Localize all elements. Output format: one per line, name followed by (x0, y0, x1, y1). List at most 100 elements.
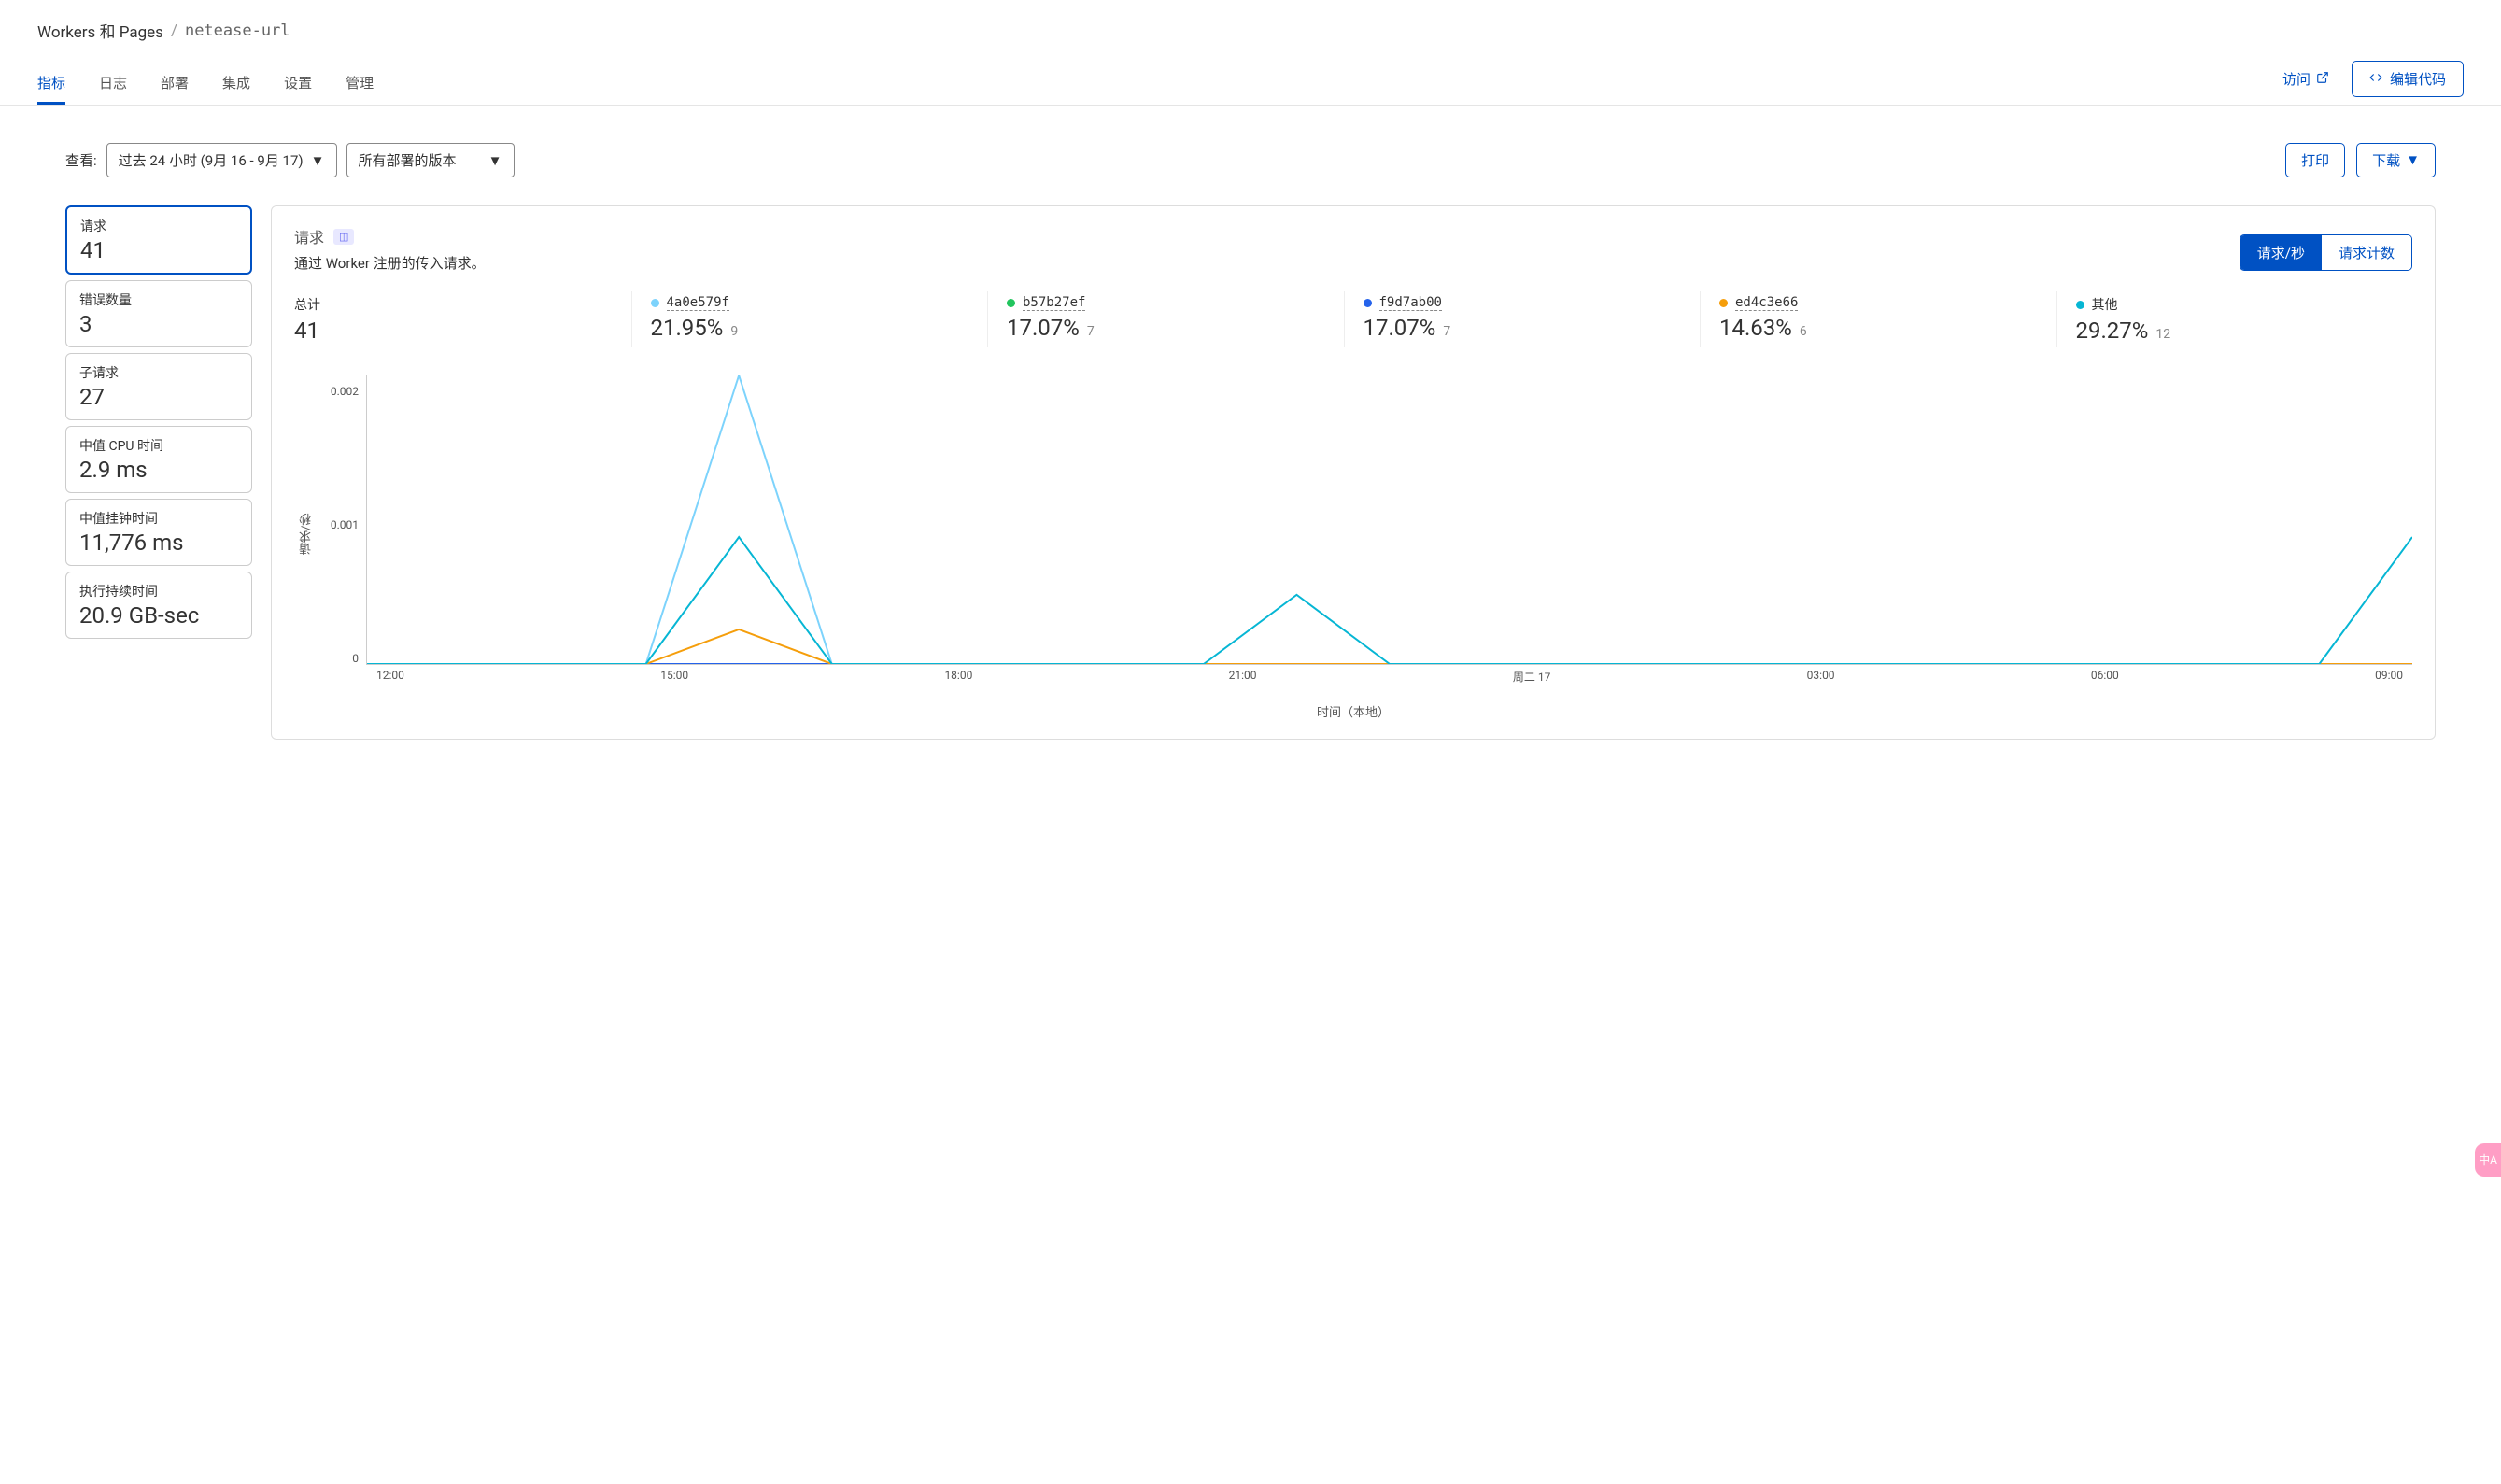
tab-metrics[interactable]: 指标 (37, 64, 65, 105)
chart-type-icon: ◫ (333, 229, 354, 245)
series-dot-icon (1719, 299, 1728, 307)
series-count: 12 (2155, 327, 2170, 342)
metric-label: 中值挂钟时间 (79, 509, 238, 528)
x-tick: 03:00 (1807, 669, 1835, 685)
series-name: 其他 (2092, 295, 2118, 314)
plot-area[interactable]: 12:00 15:00 18:00 21:00 周二 17 03:00 06:0… (366, 375, 2412, 665)
toggle-per-second[interactable]: 请求/秒 (2240, 235, 2322, 270)
stats-row: 总计 41 4a0e579f 21.95% 9 b (294, 291, 2412, 347)
series-pct: 14.63% (1719, 315, 1792, 341)
metric-value: 3 (79, 311, 238, 337)
external-link-icon (2316, 71, 2329, 88)
metric-card-duration[interactable]: 执行持续时间 20.9 GB-sec (65, 572, 252, 639)
print-button[interactable]: 打印 (2285, 143, 2345, 177)
series-pct: 21.95% (651, 315, 724, 341)
visit-link[interactable]: 访问 (2282, 69, 2329, 89)
chevron-down-icon: ▼ (488, 152, 502, 169)
x-axis-label: 时间（本地） (294, 702, 2412, 720)
stat-series-2: f9d7ab00 17.07% 7 (1345, 291, 1702, 347)
edit-code-button[interactable]: 编辑代码 (2352, 61, 2464, 97)
toggle-count[interactable]: 请求计数 (2322, 235, 2411, 270)
metric-value: 20.9 GB-sec (79, 602, 238, 629)
x-tick: 15:00 (660, 669, 688, 685)
metric-label: 中值 CPU 时间 (79, 436, 238, 455)
version-dropdown[interactable]: 所有部署的版本 ▼ (346, 143, 515, 177)
metric-card-cpu-time[interactable]: 中值 CPU 时间 2.9 ms (65, 426, 252, 493)
metric-value: 11,776 ms (79, 530, 238, 556)
series-count: 7 (1443, 324, 1450, 339)
breadcrumb-parent[interactable]: Workers 和 Pages (37, 19, 163, 42)
x-tick: 21:00 (1229, 669, 1257, 685)
stat-series-other: 其他 29.27% 12 (2057, 291, 2413, 347)
download-button[interactable]: 下载 ▼ (2356, 143, 2436, 177)
breadcrumb-separator: / (171, 21, 177, 40)
x-tick: 09:00 (2375, 669, 2403, 685)
series-pct: 17.07% (1007, 315, 1080, 341)
series-count: 6 (1800, 324, 1807, 339)
stat-series-1: b57b27ef 17.07% 7 (988, 291, 1345, 347)
metric-label: 错误数量 (79, 290, 238, 309)
version-value: 所有部署的版本 (359, 150, 457, 170)
series-dot-icon (1007, 299, 1015, 307)
series-dot-icon (2076, 301, 2084, 309)
tab-manage[interactable]: 管理 (346, 64, 374, 105)
time-range-dropdown[interactable]: 过去 24 小时 (9月 16 - 9月 17) ▼ (106, 143, 337, 177)
chart-svg (367, 375, 2412, 664)
metric-card-subrequests[interactable]: 子请求 27 (65, 353, 252, 420)
x-tick: 18:00 (944, 669, 972, 685)
series-name[interactable]: ed4c3e66 (1735, 295, 1798, 311)
series-count: 9 (730, 324, 738, 339)
language-icon: 中A (2479, 1152, 2497, 1167)
print-label: 打印 (2301, 150, 2329, 170)
series-name[interactable]: f9d7ab00 (1379, 295, 1442, 311)
metric-card-wall-time[interactable]: 中值挂钟时间 11,776 ms (65, 499, 252, 566)
series-dot-icon (1364, 299, 1372, 307)
series-pct: 17.07% (1364, 315, 1436, 341)
y-tick: 0 (323, 652, 359, 665)
chevron-down-icon: ▼ (2406, 152, 2420, 168)
visit-label: 访问 (2282, 69, 2310, 89)
chart-area: 请求/秒 0.002 0.001 0 12:00 15:00 18:00 21:… (294, 375, 2412, 693)
tab-deploy[interactable]: 部署 (161, 64, 189, 105)
chart-title: 请求 (294, 225, 324, 247)
chart-description: 通过 Worker 注册的传入请求。 (294, 253, 486, 273)
language-fab[interactable]: 中A (2475, 1143, 2501, 1177)
metric-label: 子请求 (79, 363, 238, 382)
y-axis-label: 请求/秒 (294, 375, 319, 693)
metric-value: 27 (79, 384, 238, 410)
series-pct: 29.27% (2076, 318, 2149, 344)
x-tick: 06:00 (2091, 669, 2119, 685)
stat-total: 总计 41 (294, 291, 632, 347)
sidebar-metrics: 请求 41 错误数量 3 子请求 27 中值 CPU 时间 2.9 ms 中值挂… (65, 205, 252, 740)
metric-value: 41 (80, 237, 237, 263)
chart-toggle: 请求/秒 请求计数 (2240, 234, 2412, 271)
series-count: 7 (1087, 324, 1095, 339)
stat-value: 41 (294, 318, 613, 344)
series-name[interactable]: 4a0e579f (667, 295, 729, 311)
tab-settings[interactable]: 设置 (284, 64, 312, 105)
x-tick: 12:00 (376, 669, 404, 685)
metric-card-errors[interactable]: 错误数量 3 (65, 280, 252, 347)
time-range-value: 过去 24 小时 (9月 16 - 9月 17) (119, 150, 304, 170)
y-tick: 0.001 (323, 518, 359, 531)
x-ticks: 12:00 15:00 18:00 21:00 周二 17 03:00 06:0… (367, 669, 2412, 685)
stat-series-0: 4a0e579f 21.95% 9 (632, 291, 989, 347)
download-label: 下载 (2372, 150, 2400, 170)
metric-label: 请求 (80, 217, 237, 235)
metric-value: 2.9 ms (79, 457, 238, 483)
code-icon (2369, 71, 2382, 88)
tab-logs[interactable]: 日志 (99, 64, 127, 105)
filter-label: 查看: (65, 150, 97, 170)
y-ticks: 0.002 0.001 0 (319, 375, 366, 693)
stat-series-3: ed4c3e66 14.63% 6 (1701, 291, 2057, 347)
series-name[interactable]: b57b27ef (1023, 295, 1085, 311)
tab-integrations[interactable]: 集成 (222, 64, 250, 105)
chart-panel: 请求 ◫ 通过 Worker 注册的传入请求。 请求/秒 请求计数 总计 41 (271, 205, 2436, 740)
chevron-down-icon: ▼ (311, 152, 325, 169)
metric-label: 执行持续时间 (79, 582, 238, 601)
breadcrumb-current: netease-url (185, 21, 290, 40)
y-tick: 0.002 (323, 385, 359, 398)
metric-card-requests[interactable]: 请求 41 (65, 205, 252, 275)
series-dot-icon (651, 299, 659, 307)
tabs: 指标 日志 部署 集成 设置 管理 (37, 64, 374, 105)
